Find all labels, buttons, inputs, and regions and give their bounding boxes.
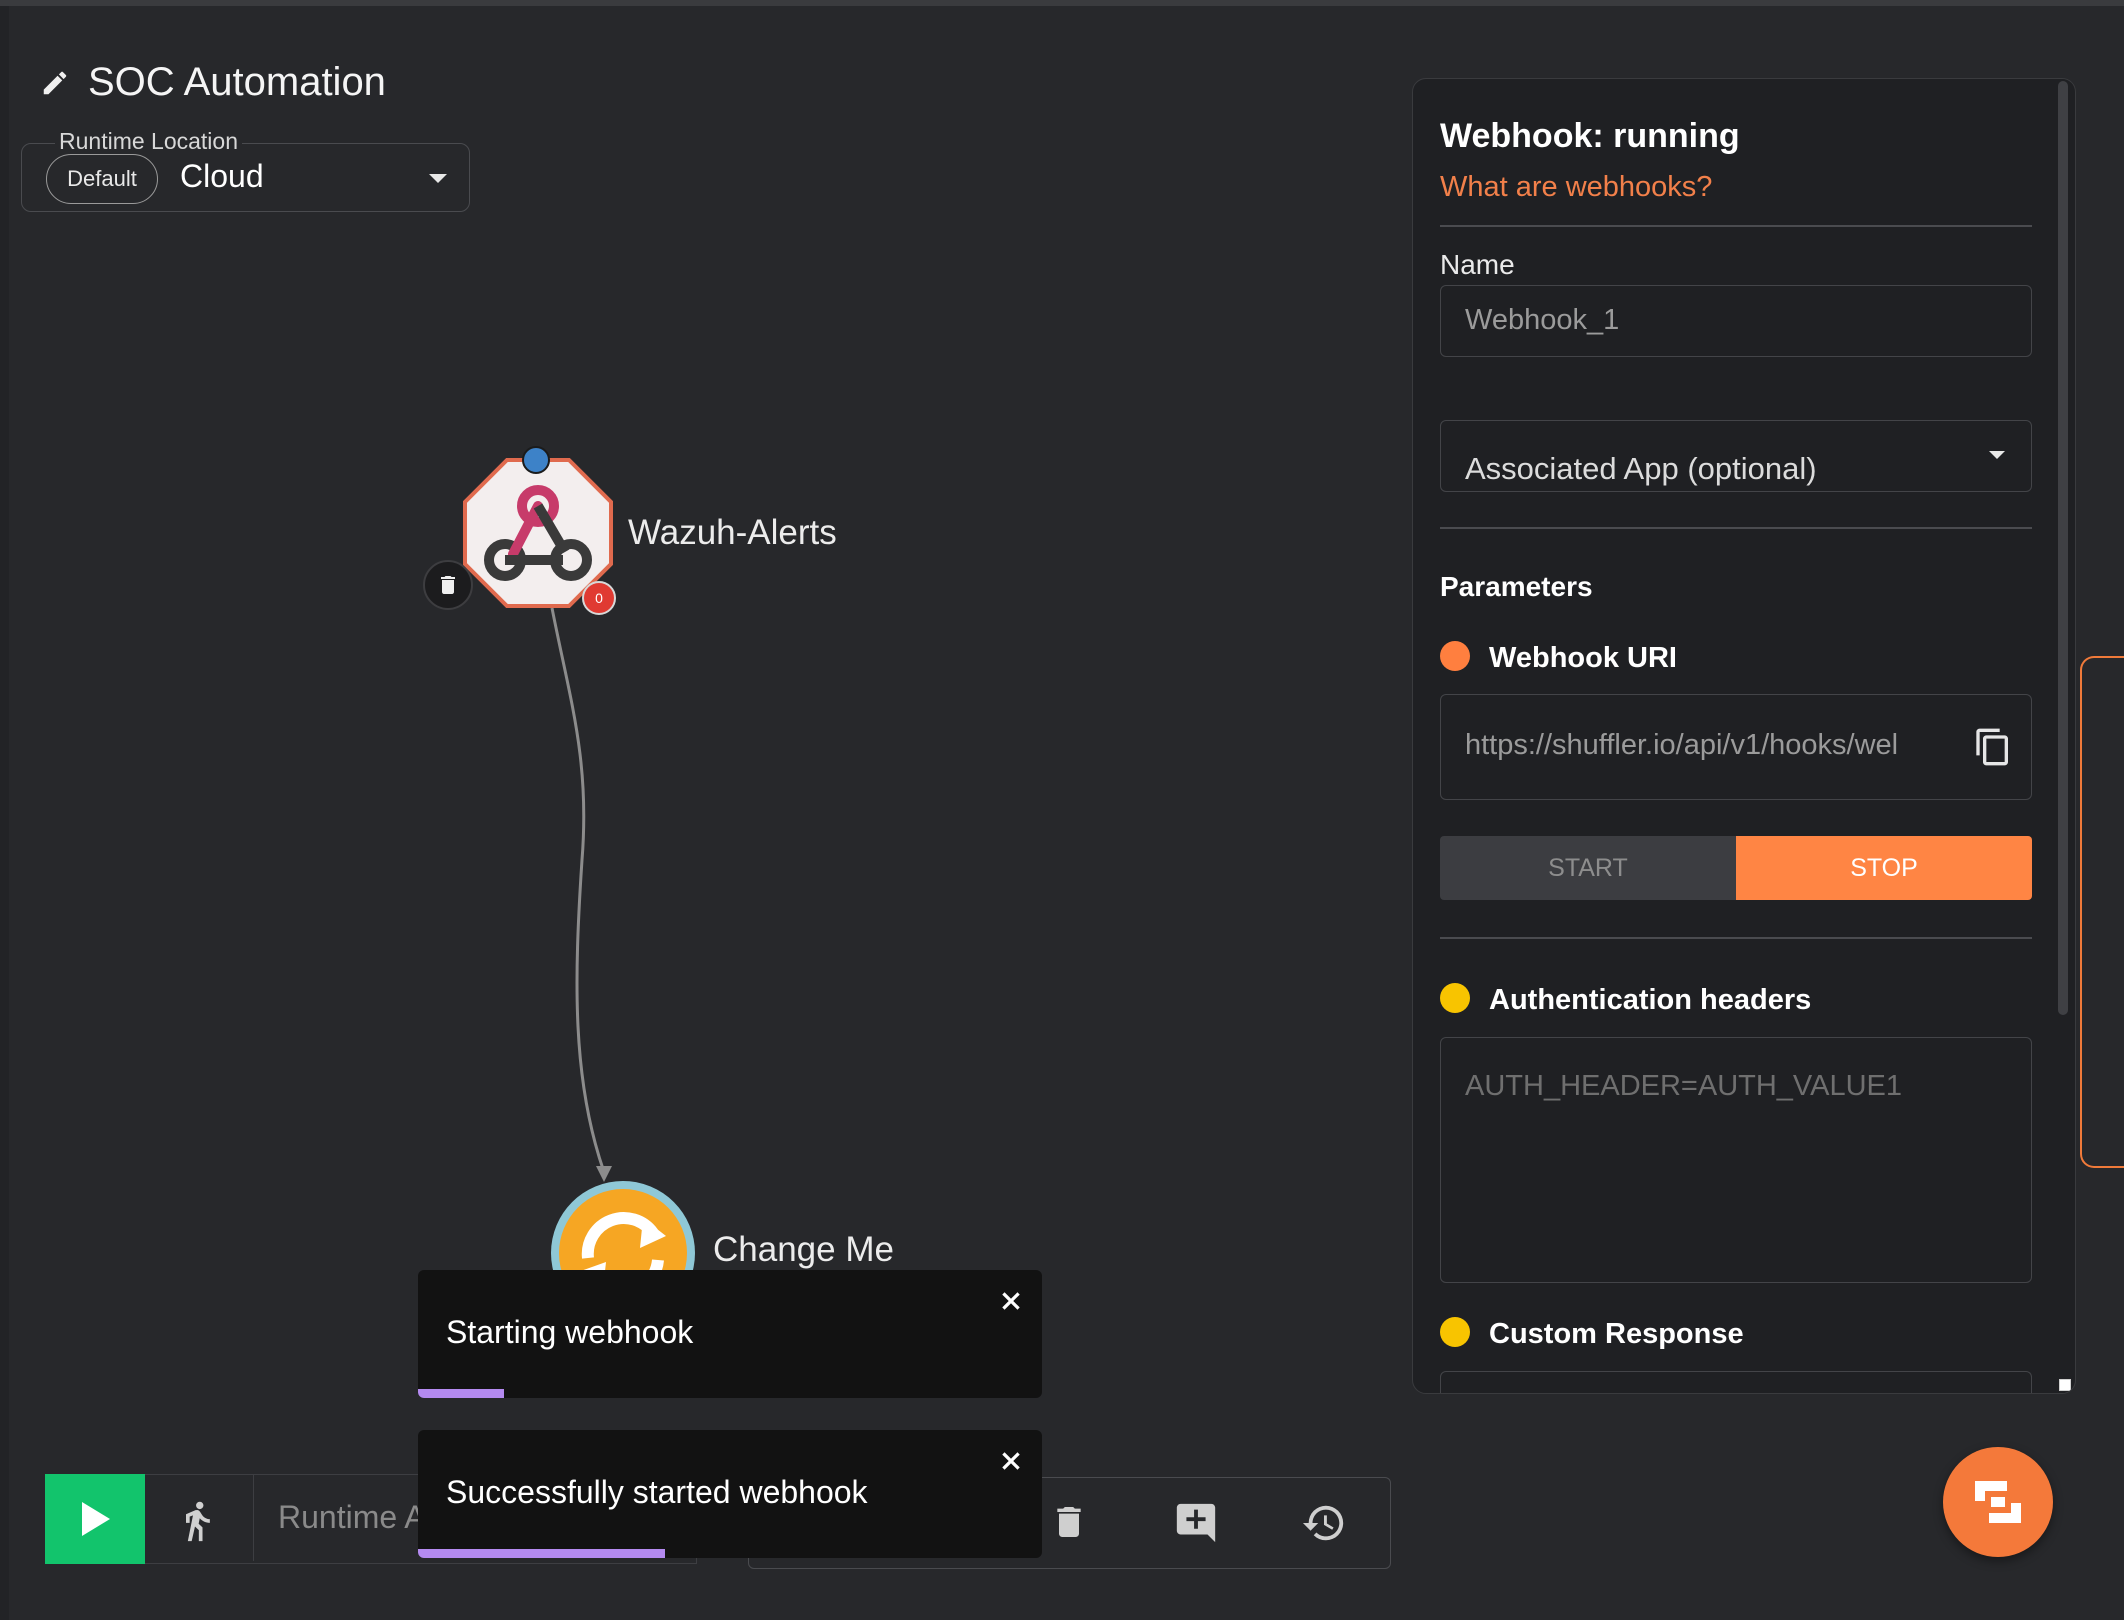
copy-icon[interactable] — [1973, 725, 2013, 769]
webhook-settings-panel: Webhook: running What are webhooks? Name… — [1412, 78, 2076, 1394]
status-dot-auth-headers — [1440, 983, 1470, 1013]
node-label-change-me: Change Me — [713, 1230, 894, 1269]
auth-headers-textarea[interactable]: AUTH_HEADER=AUTH_VALUE1 — [1440, 1037, 2032, 1283]
toast-notification: Successfully started webhook — [418, 1430, 1042, 1558]
param-label-custom-response: Custom Response — [1489, 1318, 1744, 1350]
webhook-uri-value: https://shuffler.io/api/v1/hooks/wel — [1465, 729, 1899, 761]
status-dot-custom-response — [1440, 1317, 1470, 1347]
webhooks-help-link[interactable]: What are webhooks? — [1440, 171, 1712, 204]
name-input[interactable]: Webhook_1 — [1440, 285, 2032, 357]
divider — [1440, 527, 2032, 529]
name-input-value: Webhook_1 — [1465, 304, 1620, 336]
play-icon — [82, 1502, 110, 1536]
run-workflow-button[interactable] — [45, 1474, 145, 1564]
runtime-argument-placeholder: Runtime A — [278, 1499, 426, 1535]
close-icon[interactable] — [998, 1288, 1024, 1314]
associated-app-select[interactable]: Associated App (optional) — [1440, 420, 2032, 492]
close-icon[interactable] — [998, 1448, 1024, 1474]
param-label-webhook-uri: Webhook URI — [1489, 642, 1677, 674]
shuffle-logo-icon — [1975, 1481, 2021, 1523]
toast-notification: Starting webhook — [418, 1270, 1042, 1398]
panel-scrollbar[interactable] — [2057, 79, 2073, 1393]
associated-app-placeholder: Associated App (optional) — [1465, 451, 1817, 486]
parameters-heading: Parameters — [1440, 571, 1593, 602]
walker-icon[interactable] — [175, 1499, 219, 1543]
node-count-badge: 0 — [582, 581, 616, 615]
panel-scrollbar-thumb[interactable] — [2058, 81, 2068, 1015]
custom-response-textarea[interactable] — [1440, 1371, 2032, 1393]
chevron-down-icon[interactable] — [1989, 451, 2005, 459]
add-comment-icon[interactable] — [1173, 1500, 1219, 1546]
stop-webhook-button[interactable]: STOP — [1736, 836, 2032, 900]
name-label: Name — [1440, 249, 1515, 280]
toast-progress-bar — [418, 1549, 665, 1558]
panel-title: Webhook: running — [1440, 117, 1740, 155]
history-icon[interactable] — [1301, 1500, 1347, 1546]
toast-message: Successfully started webhook — [446, 1474, 868, 1510]
toast-message: Starting webhook — [446, 1314, 694, 1350]
status-dot-webhook-uri — [1440, 641, 1470, 671]
divider — [1440, 937, 2032, 939]
shuffle-logo-button[interactable] — [1943, 1447, 2053, 1557]
param-label-auth-headers: Authentication headers — [1489, 984, 1812, 1016]
node-label-wazuh-alerts: Wazuh-Alerts — [628, 513, 837, 552]
resize-handle[interactable] — [2059, 1379, 2071, 1391]
start-webhook-button[interactable]: START — [1440, 836, 1736, 900]
trash-icon[interactable] — [1049, 1500, 1089, 1544]
webhook-uri-field[interactable]: https://shuffler.io/api/v1/hooks/wel — [1440, 694, 2032, 800]
offscreen-panel-edge — [2080, 656, 2124, 1168]
auth-headers-placeholder: AUTH_HEADER=AUTH_VALUE1 — [1465, 1070, 1903, 1102]
divider — [1440, 225, 2032, 227]
node-connector-handle[interactable] — [522, 446, 550, 474]
toast-progress-bar — [418, 1389, 504, 1398]
trash-icon — [441, 576, 455, 594]
node-delete-button[interactable] — [423, 560, 473, 610]
